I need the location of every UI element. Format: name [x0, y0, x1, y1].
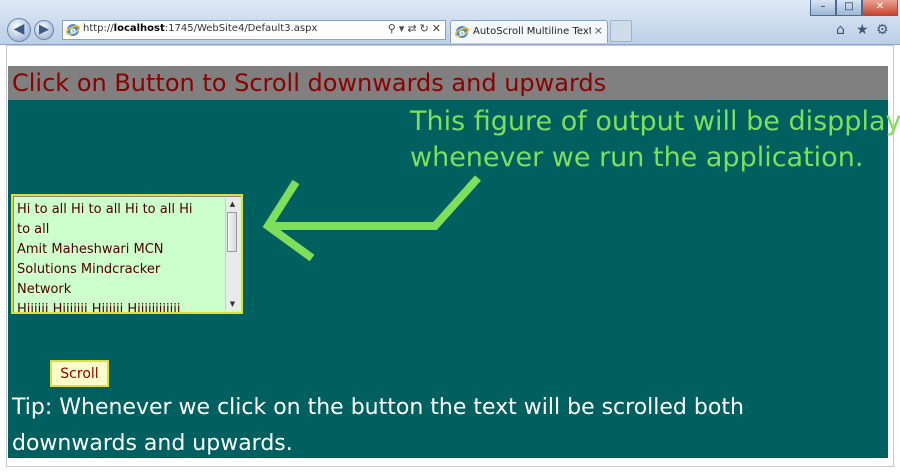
scroll-down-icon[interactable]: ▼ — [226, 298, 239, 310]
annotation-note: This figure of output will be dispplay w… — [410, 104, 900, 176]
textbox-line: Hi to all Hi to all Hi to all Hi — [17, 202, 193, 217]
browser-toolbar: ◀ ▶ e http://localhost:1745/WebSite4/Def… — [0, 0, 900, 45]
refresh-icon[interactable]: ↻ — [420, 22, 429, 35]
tip-line-1: Tip: Whenever we click on the button the… — [12, 395, 744, 420]
svg-text:e: e — [459, 29, 465, 39]
tab-close-icon[interactable]: × — [594, 24, 603, 37]
forward-arrow-icon: ▶ — [39, 22, 49, 37]
textbox-scrollbar[interactable]: ▲ ▼ — [225, 198, 239, 310]
textbox-line: Solutions Mindcracker — [17, 262, 161, 277]
url-text[interactable]: http://localhost:1745/WebSite4/Default3.… — [83, 23, 317, 34]
ie-page-icon: e — [66, 24, 80, 37]
forward-button[interactable]: ▶ — [34, 20, 54, 40]
minimize-button[interactable]: – — [810, 0, 836, 16]
stop-icon[interactable]: ✕ — [432, 22, 441, 35]
textbox-line: Hiiiiii Hiiiiiii Hiiiiii Hiiiiiiiiiiii — [17, 302, 181, 314]
favorites-icon[interactable]: ★ — [856, 22, 869, 38]
tab-autoscroll[interactable]: e AutoScroll Multiline TextBo... × — [450, 20, 608, 43]
textbox-line: to all — [17, 222, 50, 237]
tools-gear-icon[interactable]: ⚙ — [876, 22, 889, 38]
tab-title: AutoScroll Multiline TextBo... — [473, 26, 591, 37]
textbox-line: Amit Maheshwari MCN — [17, 242, 164, 257]
scroll-button[interactable]: Scroll — [50, 360, 109, 387]
ie-tab-icon: e — [455, 26, 469, 39]
multiline-textbox[interactable]: Hi to all Hi to all Hi to all Hi to all … — [11, 194, 243, 314]
back-button[interactable]: ◀ — [7, 18, 31, 42]
textbox-content: Hi to all Hi to all Hi to all Hi to all … — [17, 200, 217, 314]
address-bar[interactable]: e http://localhost:1745/WebSite4/Default… — [62, 20, 446, 40]
tip-line-2: downwards and upwards. — [12, 431, 293, 456]
svg-text:e: e — [70, 27, 76, 37]
new-tab-button[interactable] — [610, 20, 632, 42]
compatibility-icon[interactable]: ⇄ — [407, 22, 416, 35]
page-heading: Click on Button to Scroll downwards and … — [12, 69, 607, 97]
tip-text: Tip: Whenever we click on the button the… — [12, 390, 872, 462]
annotation-line-1: This figure of output will be dispplay — [410, 106, 900, 137]
home-icon[interactable]: ⌂ — [836, 22, 845, 38]
maximize-button[interactable]: □ — [836, 0, 862, 16]
dropdown-icon[interactable]: ▾ — [399, 22, 405, 35]
heading-banner: Click on Button to Scroll downwards and … — [8, 66, 888, 100]
scrollbar-thumb[interactable] — [227, 212, 237, 252]
search-icon[interactable]: ⚲ — [388, 22, 396, 35]
close-window-button[interactable]: ✕ — [862, 0, 898, 16]
back-arrow-icon: ◀ — [13, 21, 25, 37]
arrow-pointer-icon — [262, 175, 481, 262]
address-bar-tools: ⚲ ▾ ⇄ ↻ ✕ — [385, 22, 441, 35]
scroll-up-icon[interactable]: ▲ — [226, 198, 239, 210]
textbox-line: Network — [17, 282, 72, 297]
